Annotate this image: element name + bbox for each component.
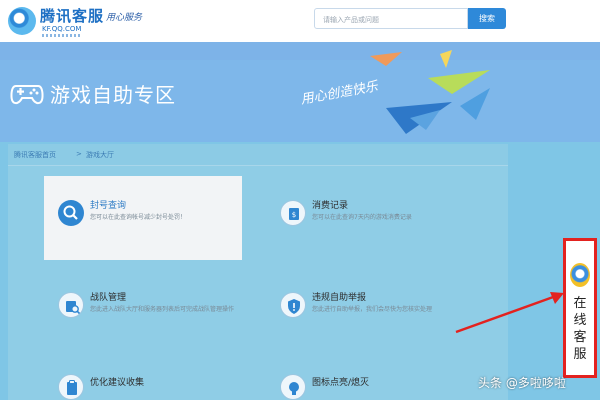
watermark: 头条 @多啦哆啦	[478, 376, 566, 390]
search-input[interactable]: 请输入产品或问题	[314, 8, 468, 29]
breadcrumb-home-link[interactable]: 腾讯客服首页	[14, 150, 56, 160]
annotation-arrow	[455, 292, 564, 334]
breadcrumb-separator: >	[76, 150, 82, 158]
card-title: 战队管理	[90, 293, 127, 303]
card-icon-toggle[interactable]: 图标点亮/熄灭	[266, 352, 476, 400]
card-desc: 您此进入战队大厅和服务器列表后可完成战队管理操作	[90, 306, 235, 313]
card-violation-report[interactable]: 违规自助举报 您此进行自助举报，我们会尽快为您核实处理	[266, 268, 476, 352]
banner: 游戏自助专区 用心创造快乐	[0, 42, 600, 142]
banner-title: 游戏自助专区	[50, 83, 176, 107]
card-consumption-record[interactable]: $ 消费记录 您可以在此查询7天内的游戏消费记录	[266, 176, 476, 260]
card-title: 违规自助举报	[312, 293, 367, 303]
online-service-label: 在线客服	[573, 296, 587, 362]
logo-emblem-icon	[8, 7, 36, 35]
team-search-icon	[58, 292, 84, 318]
shield-icon	[280, 292, 306, 318]
card-title: 消费记录	[312, 201, 349, 211]
tencent-service-logo[interactable]: 腾讯客服 KF.QQ.COM 用心服务	[8, 4, 168, 40]
card-optimization-suggestions[interactable]: 优化建议收集	[44, 352, 254, 400]
online-service-tab[interactable]: 在线客服	[563, 238, 597, 378]
paper-planes-decoration	[370, 50, 490, 134]
header: 腾讯客服 KF.QQ.COM 用心服务 请输入产品或问题 搜索	[0, 0, 600, 42]
logo-dots	[42, 34, 82, 37]
card-title: 图标点亮/熄灭	[312, 378, 370, 388]
card-title: 封号查询	[90, 201, 127, 211]
logo-domain: KF.QQ.COM	[42, 25, 82, 33]
search-button[interactable]: 搜索	[468, 8, 506, 29]
card-team-management[interactable]: 战队管理 您此进入战队大厅和服务器列表后可完成战队管理操作	[44, 268, 254, 352]
card-desc: 您可以在此查询7天内的游戏消费记录	[312, 214, 412, 221]
lightbulb-icon	[280, 374, 306, 400]
search-icon	[58, 200, 84, 226]
wallet-icon: $	[280, 200, 306, 226]
svg-text:$: $	[292, 211, 296, 219]
qq-service-icon	[570, 263, 590, 287]
gamepad-icon	[10, 85, 44, 105]
logo-title: 腾讯客服	[40, 7, 105, 25]
card-title: 优化建议收集	[90, 378, 145, 388]
card-desc: 您可以在此查询帐号减少封号处罚！	[90, 214, 187, 221]
card-ban-query[interactable]: 封号查询 您可以在此查询帐号减少封号处罚！	[44, 176, 242, 260]
logo-slogan: 用心服务	[106, 13, 143, 23]
clipboard-icon	[58, 374, 84, 400]
breadcrumb-current: 游戏大厅	[86, 151, 114, 159]
card-desc: 您此进行自助举报，我们会尽快为您核实处理	[312, 306, 433, 313]
breadcrumb: 腾讯客服首页 > 游戏大厅	[8, 144, 508, 166]
